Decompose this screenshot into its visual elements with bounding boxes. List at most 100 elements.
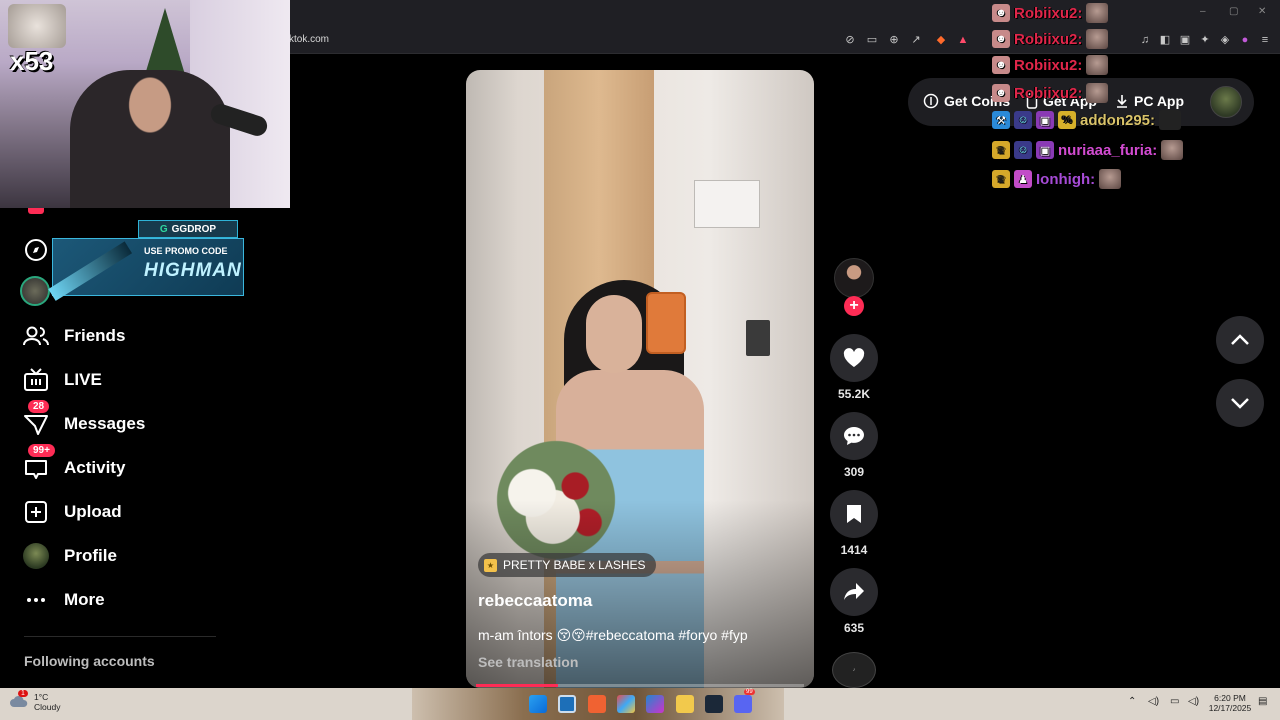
share-count: 635 (843, 621, 865, 635)
crown-badge-icon: ♛ (992, 170, 1010, 188)
close-window-button[interactable]: ✕ (1258, 6, 1266, 17)
ggdrop-logo-icon: G (159, 223, 168, 235)
chat-username: Robiixu2: (1014, 84, 1083, 102)
combo-counter: x53 (10, 46, 54, 76)
vpn-icon[interactable]: ◈ (1218, 33, 1232, 47)
save-button[interactable] (830, 490, 878, 538)
leo-icon[interactable]: ✦ (1198, 33, 1212, 47)
activity-icon: 99+ (22, 444, 55, 482)
minimize-button[interactable]: – (1200, 6, 1206, 17)
brave-shield-icon[interactable]: ◆ (934, 33, 948, 47)
following-avatar-icon[interactable] (20, 276, 50, 306)
media-icon[interactable]: ♫ (1138, 33, 1152, 47)
follow-button[interactable]: + (844, 296, 864, 316)
rewards-icon[interactable]: ▲ (956, 33, 970, 47)
webcam-overlay: x53 (0, 0, 290, 208)
explore-icon[interactable] (24, 238, 48, 267)
video-username[interactable]: rebeccaatoma (478, 591, 592, 611)
video-phone (646, 292, 686, 354)
clock-time: 6:20 PM (1214, 693, 1246, 703)
promo-brand: G GGDROP (138, 220, 238, 238)
messages-badge: 28 (28, 400, 50, 413)
app-icon[interactable] (646, 695, 664, 713)
chat-emote-icon (1086, 83, 1109, 103)
sidebar-item-messages[interactable]: 28 Messages (22, 400, 145, 439)
volume-icon[interactable]: ◁) (1188, 697, 1199, 707)
chat-emote-icon (1159, 110, 1182, 130)
task-view-icon[interactable] (558, 695, 576, 713)
clock[interactable]: 6:20 PM 12/17/2025 (1206, 693, 1254, 713)
start-icon[interactable] (529, 695, 547, 713)
sidebar-item-upload[interactable]: Upload (22, 497, 122, 527)
chat-emote-icon (1086, 3, 1109, 23)
clock-date: 12/17/2025 (1208, 703, 1252, 713)
sidebar-item-live[interactable]: LIVE (22, 365, 102, 395)
video-switch (746, 320, 770, 356)
comment-icon (844, 427, 864, 445)
sidebar-item-profile[interactable]: Profile (22, 541, 117, 571)
live-icon (22, 366, 50, 394)
music-disc-icon[interactable]: ♪ (832, 652, 876, 688)
video-caption: m-am întors 😚😚#rebeccatoma #foryo #fyp (478, 627, 748, 643)
chevron-down-icon (1231, 398, 1249, 409)
url-text[interactable]: ktok.com (289, 34, 329, 45)
like-button[interactable] (830, 334, 878, 382)
chat-emote-icon (1086, 29, 1109, 49)
share-arrow-icon (844, 583, 864, 600)
network-icon[interactable]: ▭ (1170, 697, 1179, 707)
bookmark-icon (847, 505, 861, 523)
cast-icon[interactable]: ▭ (865, 33, 879, 47)
menu-icon[interactable]: ≡ (1258, 33, 1272, 47)
extension-icon[interactable]: ● (1238, 33, 1252, 47)
speaker-icon[interactable]: ◁) (1148, 697, 1159, 707)
maximize-button[interactable]: ▢ (1229, 6, 1238, 17)
share-button[interactable] (830, 568, 878, 616)
file-explorer-icon[interactable] (676, 695, 694, 713)
windows-taskbar: 1 1°C Cloudy 99 ⌃ ◁) ▭ ◁) 6:20 PM 12/17/… (0, 688, 1280, 720)
sidebar-item-label: More (64, 590, 105, 609)
tray-overflow-icon[interactable]: ⌃ (1128, 697, 1136, 707)
sidebar-item-more[interactable]: More (22, 585, 105, 615)
share-icon[interactable]: ↗ (909, 33, 923, 47)
video-subject-face (586, 295, 642, 373)
more-icon (22, 586, 50, 614)
chrome-icon[interactable] (617, 695, 635, 713)
sidebar-item-label: Upload (64, 502, 122, 521)
sidebar-toggle-icon[interactable]: ◧ (1158, 33, 1172, 47)
user-avatar[interactable] (1210, 86, 1242, 118)
upload-icon (22, 498, 50, 526)
chat-username: Robiixu2: (1014, 30, 1083, 48)
chevron-up-icon (1231, 334, 1249, 345)
weather-widget[interactable]: 1 1°C Cloudy (10, 690, 60, 712)
next-video-button[interactable] (1216, 379, 1264, 427)
chat-badge-icon: ☻ (992, 84, 1010, 102)
previous-video-button[interactable] (1216, 316, 1264, 364)
crown-badge-icon: ♛ (992, 141, 1010, 159)
chat-emote-icon (1099, 169, 1122, 189)
notification-icon[interactable]: ▤ (1258, 697, 1267, 707)
video-player[interactable]: ★ PRETTY BABE x LASHES rebeccaatoma m-am… (466, 70, 814, 688)
profile-avatar (22, 542, 50, 570)
hammer-badge-icon: ⚒ (992, 111, 1010, 129)
discord-icon[interactable]: 99 (734, 689, 755, 713)
video-progress-bar[interactable] (476, 684, 804, 687)
comment-button[interactable] (830, 412, 878, 460)
sidebar-item-activity[interactable]: 99+ Activity (22, 444, 125, 483)
reader-off-icon[interactable]: ⊘ (843, 33, 857, 47)
sound-tag[interactable]: ★ PRETTY BABE x LASHES (478, 553, 656, 577)
sidebar-item-friends[interactable]: Friends (22, 321, 125, 351)
heart-icon (843, 348, 865, 367)
steam-icon[interactable] (705, 695, 723, 713)
person-badge-icon: ♟ (1014, 170, 1032, 188)
pc-app-button[interactable]: PC App (1115, 93, 1184, 109)
brave-icon[interactable] (588, 695, 606, 713)
chat-message: ♛ ♟ Ionhigh: (992, 168, 1122, 190)
wallet-icon[interactable]: ▣ (1178, 33, 1192, 47)
see-translation-link[interactable]: See translation (478, 654, 578, 670)
like-count: 55.2K (837, 387, 871, 401)
creator-avatar[interactable] (834, 258, 874, 298)
zoom-icon[interactable]: ⊕ (887, 33, 901, 47)
chat-message: ♛ ☺ ▣ nuriaaa_furia: (992, 139, 1184, 161)
chat-username: Robiixu2: (1014, 56, 1083, 74)
chat-username: addon295: (1080, 111, 1156, 129)
